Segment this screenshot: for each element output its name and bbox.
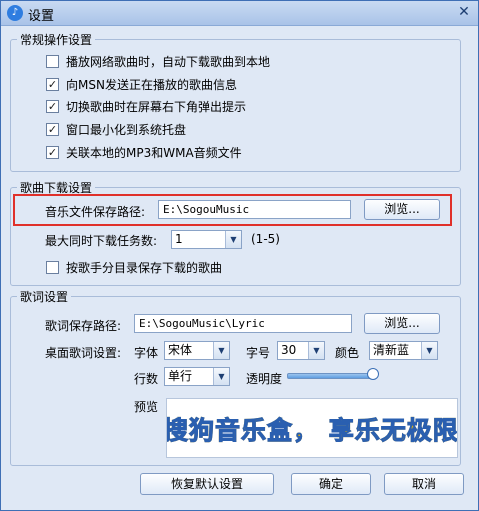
max-tasks-label: 最大同时下载任务数: — [45, 234, 158, 248]
option-label: 向MSN发送正在播放的歌曲信息 — [66, 78, 237, 92]
checkbox-file-association[interactable]: ✓ — [46, 146, 59, 159]
preview-text: 搜狗音乐盒， 享乐无极限 — [167, 411, 457, 447]
option-label: 关联本地的MP3和WMA音频文件 — [66, 146, 242, 160]
chevron-down-icon: ▼ — [421, 342, 437, 359]
color-label: 颜色 — [335, 346, 360, 360]
checkbox-minimize-tray[interactable]: ✓ — [46, 123, 59, 136]
font-label: 字体 — [134, 346, 159, 360]
size-select[interactable]: 30 ▼ — [277, 341, 325, 360]
checkbox-popup-tip[interactable]: ✓ — [46, 100, 59, 113]
color-value: 清新蓝 — [373, 343, 410, 357]
lines-label: 行数 — [134, 372, 159, 386]
color-select[interactable]: 清新蓝 ▼ — [369, 341, 438, 360]
restore-defaults-button[interactable]: 恢复默认设置 — [140, 473, 274, 495]
general-option-4[interactable]: ✓ 窗口最小化到系统托盘 — [46, 121, 186, 138]
checkbox-by-singer[interactable] — [46, 261, 59, 274]
opacity-slider-track[interactable] — [287, 373, 377, 379]
lyrics-preview: 搜狗音乐盒， 享乐无极限 — [166, 398, 458, 458]
max-tasks-range: (1-5) — [251, 232, 280, 246]
option-label: 按歌手分目录保存下载的歌曲 — [66, 261, 223, 275]
close-icon: ✕ — [458, 4, 470, 20]
chevron-down-icon: ▼ — [213, 342, 229, 359]
cancel-button[interactable]: 取消 — [384, 473, 464, 495]
general-option-5[interactable]: ✓ 关联本地的MP3和WMA音频文件 — [46, 144, 242, 161]
lyrics-path-input[interactable]: E:\SogouMusic\Lyric — [134, 314, 352, 333]
lyrics-settings-legend: 歌词设置 — [17, 288, 72, 305]
by-singer-option[interactable]: 按歌手分目录保存下载的歌曲 — [46, 259, 222, 276]
general-option-1[interactable]: 播放网络歌曲时，自动下载歌曲到本地 — [46, 53, 270, 70]
general-option-3[interactable]: ✓ 切换歌曲时在屏幕右下角弹出提示 — [46, 98, 246, 115]
opacity-label: 透明度 — [246, 372, 283, 386]
close-button[interactable]: ✕ — [456, 4, 472, 20]
font-value: 宋体 — [168, 343, 193, 357]
option-label: 切换歌曲时在屏幕右下角弹出提示 — [66, 100, 247, 114]
checkbox-msn-info[interactable]: ✓ — [46, 78, 59, 91]
lines-select[interactable]: 单行 ▼ — [164, 367, 230, 386]
option-label: 播放网络歌曲时，自动下载歌曲到本地 — [66, 55, 271, 69]
chevron-down-icon: ▼ — [213, 368, 229, 385]
highlight-box — [13, 194, 452, 226]
chevron-down-icon: ▼ — [225, 231, 241, 248]
general-settings-legend: 常规操作设置 — [17, 31, 96, 48]
settings-window: ♪ 设置 ✕ 常规操作设置 播放网络歌曲时，自动下载歌曲到本地 ✓ 向MSN发送… — [0, 0, 479, 511]
max-tasks-select[interactable]: 1 ▼ — [171, 230, 242, 249]
ok-button[interactable]: 确定 — [291, 473, 371, 495]
preview-label: 预览 — [134, 400, 159, 414]
font-select[interactable]: 宋体 ▼ — [164, 341, 230, 360]
desktop-lyrics-label: 桌面歌词设置: — [45, 346, 122, 360]
size-label: 字号 — [246, 346, 271, 360]
general-option-2[interactable]: ✓ 向MSN发送正在播放的歌曲信息 — [46, 76, 237, 93]
window-title: 设置 — [28, 9, 55, 24]
title-bar[interactable]: ♪ 设置 ✕ — [1, 1, 478, 26]
music-app-icon: ♪ — [7, 5, 23, 21]
chevron-down-icon: ▼ — [308, 342, 324, 359]
checkbox-auto-download[interactable] — [46, 55, 59, 68]
opacity-slider-thumb[interactable] — [367, 368, 379, 380]
option-label: 窗口最小化到系统托盘 — [66, 123, 187, 137]
lines-value: 单行 — [168, 369, 193, 383]
lyrics-path-label: 歌词保存路径: — [45, 319, 122, 333]
size-value: 30 — [281, 343, 297, 357]
lyrics-browse-button[interactable]: 浏览... — [364, 313, 440, 334]
max-tasks-value: 1 — [175, 232, 183, 246]
